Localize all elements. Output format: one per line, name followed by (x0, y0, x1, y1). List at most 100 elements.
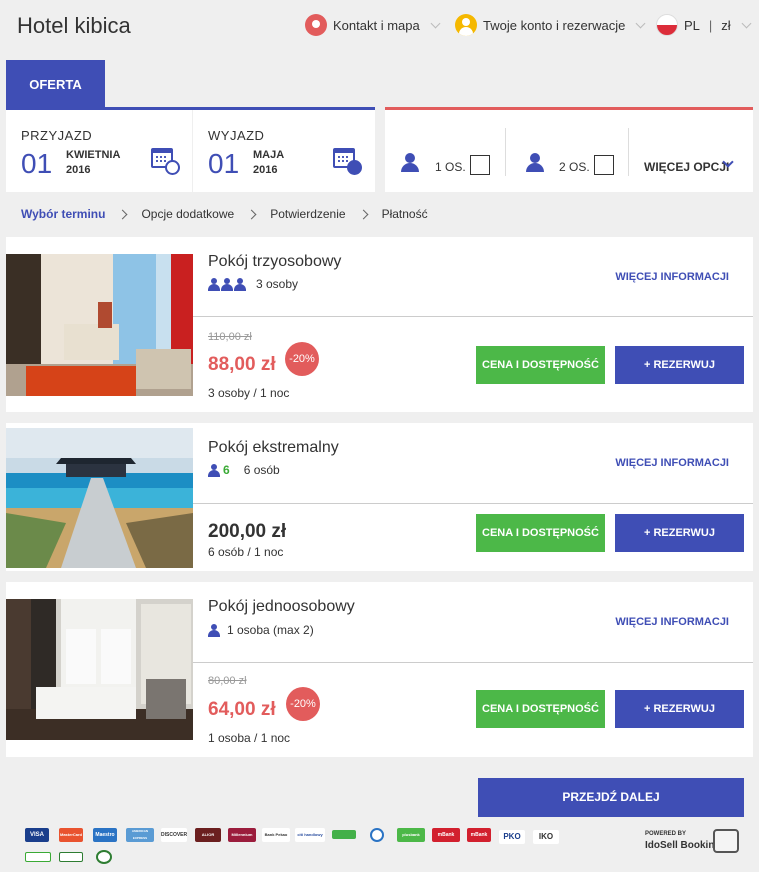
breadcrumb-step-dates[interactable]: Wybór terminu (21, 207, 105, 221)
occupancy-label: 1 osoba (max 2) (227, 623, 314, 637)
bank-logo (370, 828, 384, 842)
contact-map-label: Kontakt i mapa (333, 17, 420, 33)
guests-2-checkbox[interactable] (594, 155, 614, 175)
book-button[interactable]: + REZERWUJ (615, 514, 744, 552)
discount-badge: -20% (285, 342, 319, 376)
more-options-toggle[interactable]: WIĘCEJ OPCJI (644, 160, 729, 174)
room-card: Pokój trzyosobowy 3 osoby WIĘCEJ INFORMA… (6, 237, 753, 412)
calendar-icon[interactable] (151, 148, 180, 175)
poland-flag-icon (656, 14, 678, 36)
citi-logo: citi handlowy (295, 828, 325, 842)
checkout-month: MAJA (253, 149, 285, 161)
more-info-link[interactable]: WIĘCEJ INFORMACJI (615, 616, 729, 628)
price-per-night: 1 osoba / 1 noc (208, 731, 291, 745)
divider (193, 503, 753, 504)
room-occupancy: 1 osoba (max 2) (208, 623, 314, 637)
checkout-date-picker[interactable]: WYJAZD 01 MAJA 2016 (193, 110, 375, 192)
divider (193, 316, 753, 317)
language-currency-menu[interactable]: PL | zł (656, 14, 752, 36)
room-price: 88,00 zł (208, 354, 276, 375)
idosell-brand[interactable]: IdoSell Booking (645, 840, 721, 851)
mastercard-logo: MasterCard (59, 828, 83, 842)
person-icon (208, 463, 220, 477)
room-name: Pokój ekstremalny (208, 439, 339, 456)
person-icon (208, 277, 220, 291)
checkin-label: PRZYJAZD (21, 128, 93, 143)
guests-1-checkbox[interactable] (470, 155, 490, 175)
account-menu[interactable]: Twoje konto i rezerwacje (455, 14, 646, 36)
guests-1-label: 1 OS. (435, 160, 466, 174)
person-icon (234, 277, 246, 291)
mbank-logo: mBank (432, 828, 460, 842)
person-icon (208, 623, 220, 637)
room-occupancy: 3 osoby (208, 277, 298, 291)
account-label: Twoje konto i rezerwacje (483, 17, 626, 33)
tab-offer[interactable]: OFERTA (6, 60, 105, 110)
room-name: Pokój jednoosobowy (208, 598, 355, 615)
discount-badge: -20% (286, 687, 320, 721)
checkin-year: 2016 (66, 164, 91, 176)
divider (505, 128, 506, 176)
person-icon (401, 153, 419, 172)
person-icon (221, 277, 233, 291)
language-label: PL (684, 17, 700, 33)
mbank-logo: mBank (467, 828, 491, 842)
book-button[interactable]: + REZERWUJ (615, 690, 744, 728)
maestro-logo: Maestro (93, 828, 117, 842)
room-photo (6, 254, 193, 396)
chevron-right-icon (246, 209, 257, 219)
chevron-down-icon (741, 18, 752, 28)
checkin-day: 01 (21, 148, 53, 179)
breadcrumb-step-payment: Płatność (381, 207, 428, 221)
more-info-link[interactable]: WIĘCEJ INFORMACJI (615, 271, 729, 283)
iko-logo: IKO (533, 830, 559, 844)
bank-logo (59, 852, 83, 862)
room-card: Pokój jednoosobowy 1 osoba (max 2) WIĘCE… (6, 582, 753, 757)
room-name: Pokój trzyosobowy (208, 253, 342, 270)
map-pin-icon (305, 14, 327, 36)
checkout-year: 2016 (253, 164, 278, 176)
breadcrumb: Wybór terminu Opcje dodatkowe Potwierdze… (21, 207, 428, 221)
more-info-link[interactable]: WIĘCEJ INFORMACJI (615, 457, 729, 469)
currency-label: zł (721, 17, 731, 33)
plusbank-logo: plusbank (397, 828, 425, 842)
amex-logo: AMERICAN EXPRESS (126, 828, 154, 842)
book-button[interactable]: + REZERWUJ (615, 346, 744, 384)
alior-logo: ALIOR (195, 828, 221, 842)
checkin-date-picker[interactable]: PRZYJAZD 01 KWIETNIA 2016 (6, 110, 192, 192)
person-icon (526, 153, 544, 172)
visa-logo: VISA (25, 828, 49, 842)
room-occupancy: 6 6 osób (208, 463, 280, 477)
bank-logo (25, 852, 51, 862)
breadcrumb-step-confirmation: Potwierdzenie (270, 207, 346, 221)
room-price: 64,00 zł (208, 699, 276, 720)
bank-logo (332, 830, 356, 839)
pko-logo: PKO (499, 830, 525, 844)
checkout-label: WYJAZD (208, 128, 265, 143)
breadcrumb-step-extras: Opcje dodatkowe (141, 207, 235, 221)
millennium-logo: Millennium (228, 828, 256, 842)
old-price: 80,00 zł (208, 675, 247, 687)
next-step-button[interactable]: PRZEJDŹ DALEJ (478, 778, 744, 817)
old-price: 110,00 zł (208, 331, 252, 343)
guests-2-label: 2 OS. (559, 160, 590, 174)
price-per-night: 6 osób / 1 noc (208, 545, 284, 559)
divider (628, 128, 629, 176)
occupancy-label: 3 osoby (256, 277, 299, 291)
room-photo (6, 599, 193, 740)
price-availability-button[interactable]: CENA I DOSTĘPNOŚĆ (476, 346, 605, 384)
idosell-logo-icon (713, 829, 739, 853)
contact-map-menu[interactable]: Kontakt i mapa (305, 14, 441, 36)
chevron-down-icon (635, 18, 646, 28)
separator: | (708, 17, 713, 33)
price-availability-button[interactable]: CENA I DOSTĘPNOŚĆ (476, 514, 605, 552)
discover-logo: DISCOVER (161, 828, 187, 842)
chevron-right-icon (118, 209, 128, 219)
price-per-night: 3 osoby / 1 noc (208, 386, 290, 400)
room-photo (6, 428, 193, 568)
checkout-day: 01 (208, 148, 240, 179)
calendar-icon[interactable] (333, 148, 362, 175)
room-price: 200,00 zł (208, 521, 287, 542)
price-availability-button[interactable]: CENA I DOSTĘPNOŚĆ (476, 690, 605, 728)
pekao-logo: Bank Pekao (262, 828, 290, 842)
